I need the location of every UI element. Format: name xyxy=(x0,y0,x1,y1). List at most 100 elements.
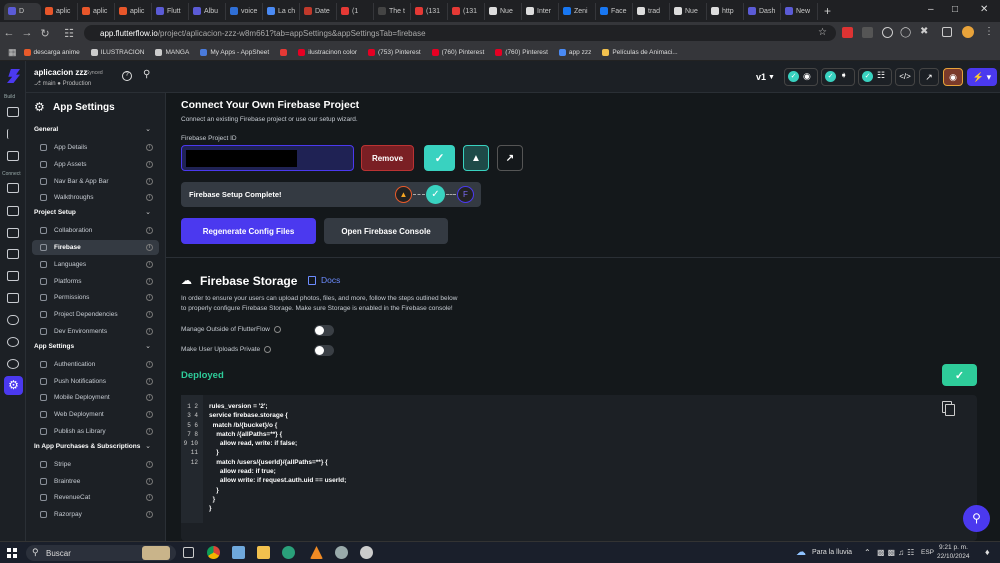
widget-tree-icon[interactable] xyxy=(7,129,19,139)
edge-icon[interactable] xyxy=(282,546,295,559)
app-icon[interactable] xyxy=(335,546,348,559)
info-icon[interactable]: i xyxy=(146,194,153,202)
avatar[interactable] xyxy=(962,26,974,38)
code-view-button[interactable]: </> xyxy=(895,68,915,86)
bookmark-item[interactable]: ilustracinon color xyxy=(298,48,357,56)
star-icon[interactable]: ☆ xyxy=(818,27,827,38)
forward-icon[interactable]: → xyxy=(18,27,36,39)
taskbar-search-field[interactable]: ⚲ Buscar xyxy=(26,545,176,561)
info-icon[interactable]: i xyxy=(146,328,153,335)
app-state-icon[interactable] xyxy=(7,206,19,216)
browser-tab[interactable]: aplic xyxy=(78,2,115,20)
ai-search-fab[interactable]: ⚲ xyxy=(963,505,990,532)
browser-tab[interactable]: Nue xyxy=(670,2,707,20)
extension-icon[interactable] xyxy=(862,27,873,38)
api-calls-icon[interactable] xyxy=(7,293,19,303)
browser-tab[interactable]: La ch xyxy=(263,2,300,20)
sidebar-item-web-deployment[interactable]: Web Deployment i xyxy=(32,407,159,422)
clock-time[interactable]: 9:21 p. m. xyxy=(939,544,968,551)
bookmark-item[interactable]: (753) Pinterest xyxy=(368,48,421,56)
chevron-down-icon[interactable]: ⌄ xyxy=(145,125,151,133)
sidebar-item-braintree[interactable]: Braintree i xyxy=(32,474,159,489)
open-external-button[interactable]: ↗ xyxy=(919,68,939,86)
regenerate-config-button[interactable]: Regenerate Config Files xyxy=(181,218,316,244)
browser-tab[interactable]: Face xyxy=(596,2,633,20)
sidebar-item-permissions[interactable]: Permissions i xyxy=(32,290,159,305)
bookmark-item[interactable]: My Apps - AppSheet xyxy=(200,48,269,56)
info-icon[interactable]: i xyxy=(146,277,153,285)
agents-icon[interactable] xyxy=(7,337,19,347)
open-project-external-button[interactable]: ↗ xyxy=(497,145,523,171)
browser-tab[interactable]: D xyxy=(4,2,41,20)
browser-tab[interactable]: voice xyxy=(226,2,263,20)
sidebar-item-languages[interactable]: Languages i xyxy=(32,257,159,272)
windows-start-icon[interactable] xyxy=(7,548,17,558)
info-icon[interactable]: i xyxy=(146,477,153,485)
sidebar-section-title[interactable]: Project Setup xyxy=(34,209,76,216)
search-icon[interactable]: ⚲ xyxy=(143,69,150,80)
settings-gear-icon[interactable]: ⚙ xyxy=(4,376,23,395)
browser-tab[interactable]: (1 xyxy=(337,2,374,20)
weather-icon[interactable]: ☁ xyxy=(796,547,806,558)
info-icon[interactable]: i xyxy=(146,311,153,319)
browser-tab[interactable]: Flutt xyxy=(152,2,189,20)
chevron-down-icon[interactable]: ⌄ xyxy=(145,442,151,450)
lightning-menu-button[interactable]: ⚡ ▾ xyxy=(967,68,997,86)
sidebar-item-mobile-deployment[interactable]: Mobile Deployment i xyxy=(32,390,159,405)
info-icon[interactable]: i xyxy=(146,394,153,402)
info-icon[interactable]: i xyxy=(146,428,153,435)
sidebar-item-push-notifications[interactable]: Push Notifications i xyxy=(32,374,159,389)
browser-tab[interactable]: Nue xyxy=(485,2,522,20)
bookmark-item[interactable]: (760) Pinterest xyxy=(431,48,484,56)
bookmark-item[interactable] xyxy=(280,48,288,56)
notes-app-icon[interactable] xyxy=(232,546,245,559)
info-icon[interactable]: i xyxy=(146,294,153,302)
info-icon[interactable]: i xyxy=(146,511,153,519)
new-tab-button[interactable]: + xyxy=(824,4,831,18)
browser-tab[interactable]: New xyxy=(781,2,818,20)
sidebar-section-title[interactable]: In App Purchases & Subscriptions xyxy=(34,443,140,450)
close-icon[interactable]: ✕ xyxy=(980,4,988,15)
sidebar-item-revenuecat[interactable]: RevenueCat i xyxy=(32,490,159,505)
browser-tab[interactable]: The t xyxy=(374,2,411,20)
browser-tab[interactable]: aplic xyxy=(41,2,78,20)
rules-code[interactable]: rules_version = '2'; service firebase.st… xyxy=(209,402,346,514)
info-icon[interactable]: i xyxy=(146,411,153,419)
browser-tab[interactable]: http xyxy=(707,2,744,20)
browser-tab[interactable]: Zeni xyxy=(559,2,596,20)
notification-bell-icon[interactable]: ♦ xyxy=(985,547,990,557)
browser-menu-icon[interactable]: ⋮ xyxy=(984,26,994,37)
sidebar-item-authentication[interactable]: Authentication i xyxy=(32,357,159,372)
help-icon[interactable]: ? xyxy=(122,71,132,81)
browser-tab[interactable]: Dash xyxy=(744,2,781,20)
info-icon[interactable]: i xyxy=(146,260,153,268)
clock-date[interactable]: 22/10/2024 xyxy=(937,553,970,560)
info-icon[interactable]: i xyxy=(146,160,153,168)
private-uploads-toggle[interactable] xyxy=(314,345,334,356)
sidebar-item-platforms[interactable]: Platforms i xyxy=(32,274,159,289)
project-id-input[interactable] xyxy=(181,145,354,171)
browser-tab[interactable]: Albu xyxy=(189,2,226,20)
apps-grid-icon[interactable]: ▦ xyxy=(8,47,17,58)
custom-code-icon[interactable] xyxy=(7,228,19,238)
sidebar-item-walkthroughs[interactable]: Walkthroughs i xyxy=(32,190,159,205)
minimize-icon[interactable]: – xyxy=(928,4,934,15)
bookmark-item[interactable]: descarga anime xyxy=(23,48,80,56)
verify-check-button[interactable]: ✓ xyxy=(424,145,455,171)
sidebar-item-app-assets[interactable]: App Assets i xyxy=(32,157,159,172)
bookmark-item[interactable]: MANGA xyxy=(155,48,189,56)
manage-outside-toggle[interactable] xyxy=(314,325,334,336)
info-icon[interactable]: i xyxy=(146,360,153,368)
open-firebase-console-button[interactable]: Open Firebase Console xyxy=(324,218,448,244)
sidepanel-icon[interactable] xyxy=(942,27,952,37)
browser-tab[interactable]: trad xyxy=(633,2,670,20)
language-indicator[interactable]: ESP xyxy=(921,549,934,556)
url-field[interactable]: app.flutterflow.io/project/aplicacion-zz… xyxy=(84,25,836,41)
shield-icon[interactable]: ◯ xyxy=(900,27,911,38)
task-view-icon[interactable] xyxy=(183,547,194,558)
project-name[interactable]: aplicacion zzz xyxy=(34,68,87,77)
sidebar-section-title[interactable]: General xyxy=(34,126,58,133)
info-icon[interactable]: i xyxy=(146,377,153,385)
info-icon[interactable]: i xyxy=(146,177,153,185)
media-assets-icon[interactable] xyxy=(7,249,19,259)
